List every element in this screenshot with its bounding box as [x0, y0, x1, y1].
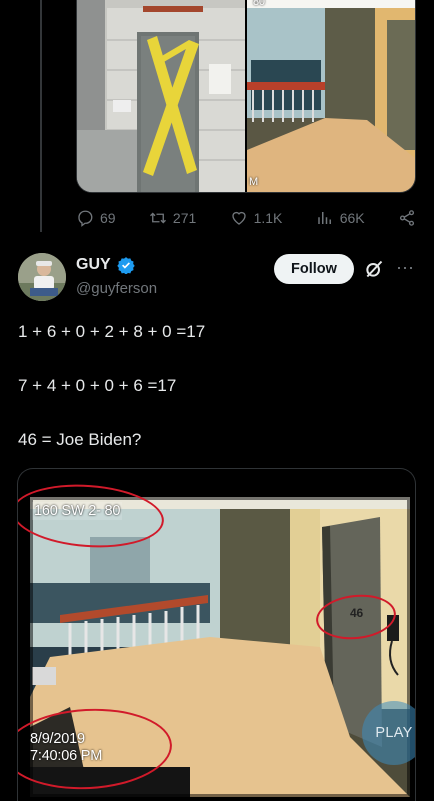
author-name[interactable]: GUY	[76, 256, 111, 274]
reply-icon	[78, 210, 93, 227]
taped-door-illustration	[77, 0, 245, 192]
media-image-taped-door[interactable]	[77, 0, 245, 192]
repost-count: 271	[172, 210, 197, 226]
share-button[interactable]	[398, 209, 416, 227]
tweet-video[interactable]: 160 SW 2- 80 8/9/2019 7:40:06 PM 46 PLAY	[17, 468, 416, 801]
views-button[interactable]: 66K	[316, 209, 365, 227]
like-icon	[231, 211, 246, 225]
play-label: PLAY	[375, 725, 413, 741]
tweet-text-line-2: 7 + 4 + 0 + 0 + 6 =17	[18, 376, 177, 395]
author-avatar[interactable]	[18, 253, 66, 301]
grok-icon[interactable]	[364, 259, 384, 279]
media-overlay-text: 80	[253, 0, 265, 8]
repost-icon	[149, 212, 166, 224]
avatar-image	[18, 253, 66, 301]
more-icon[interactable]: ⋯	[396, 258, 414, 278]
like-count: 1.1K	[253, 210, 283, 226]
thread-connector-line	[40, 0, 42, 232]
views-icon	[317, 212, 331, 224]
tweet-text-line-1: 1 + 6 + 0 + 2 + 8 + 0 =17	[18, 322, 206, 341]
tweet-text-line-3: 46 = Joe Biden?	[18, 430, 142, 449]
previous-tweet-media[interactable]: 80 M	[76, 0, 416, 193]
author-name-row: GUY	[76, 256, 135, 274]
door-number-text: 46	[350, 606, 363, 620]
views-count: 66K	[339, 210, 365, 226]
share-icon	[399, 210, 415, 226]
media-overlay-corner: M	[249, 176, 258, 188]
author-handle[interactable]: @guyferson	[76, 280, 157, 297]
like-button[interactable]: 1.1K	[230, 209, 283, 227]
follow-button[interactable]: Follow	[274, 254, 354, 284]
verified-icon	[116, 257, 135, 274]
repost-button[interactable]: 271	[149, 209, 196, 227]
tweet-action-bar: 69 271 1.1K 66K	[76, 206, 416, 230]
hallway-illustration	[247, 0, 415, 192]
reply-count: 69	[100, 210, 116, 226]
reply-button[interactable]: 69	[76, 209, 116, 227]
media-image-hallway[interactable]: 80 M	[247, 0, 415, 192]
